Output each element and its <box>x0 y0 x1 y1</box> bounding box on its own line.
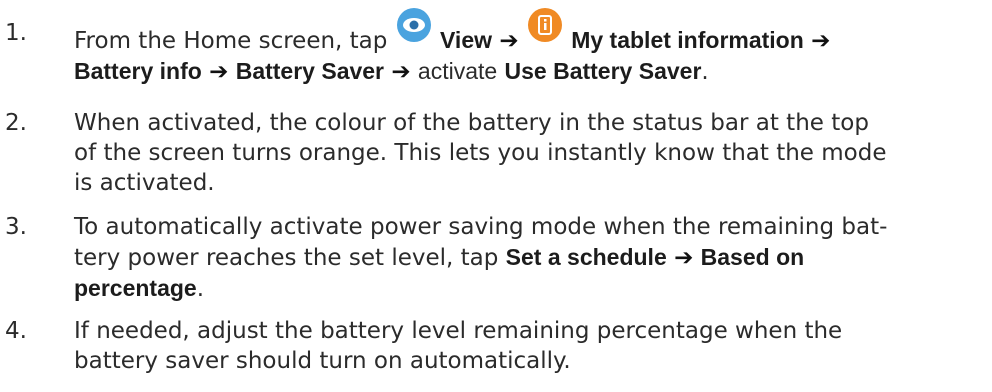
arrow-icon: ➔ <box>811 28 831 54</box>
text-line: tery power reaches the set level, tap <box>74 245 499 271</box>
arrow-icon: ➔ <box>391 59 411 85</box>
period: . <box>196 276 205 302</box>
arrow-icon: ➔ <box>499 28 519 54</box>
battery-info-label: Battery info <box>74 58 202 84</box>
text-line: To automatically activate power saving m… <box>74 214 888 240</box>
text-line: battery saver should turn on automatical… <box>74 348 571 374</box>
set-a-schedule-label: Set a schedule <box>505 244 667 270</box>
arrow-icon: ➔ <box>674 245 694 271</box>
info-icon <box>527 8 562 42</box>
text-line: When activated, the colour of the batter… <box>74 110 869 136</box>
text-line: If needed, adjust the battery level rema… <box>74 318 843 344</box>
step-number: 2. <box>5 110 27 136</box>
text-line: of the screen turns orange. This lets yo… <box>74 140 887 166</box>
eye-icon <box>396 8 431 42</box>
view-label: View <box>440 27 492 53</box>
step-text-part: From the Home screen, tap <box>74 28 388 54</box>
period: . <box>701 59 709 85</box>
based-on-label: Based on <box>700 244 805 270</box>
step-text: From the Home screen, tap View ➔ My tabl… <box>74 8 979 87</box>
step-text: When activated, the colour of the batter… <box>74 108 979 198</box>
step-number: 4. <box>5 318 27 344</box>
use-battery-saver-label: Use Battery Saver <box>504 58 702 84</box>
step-text: If needed, adjust the battery level rema… <box>74 316 979 376</box>
step-number: 3. <box>5 214 27 240</box>
step-text-part: activate <box>417 58 498 84</box>
arrow-icon: ➔ <box>209 59 229 85</box>
battery-saver-label: Battery Saver <box>235 58 385 84</box>
text-line: is activated. <box>74 170 215 196</box>
percentage-label: percentage <box>74 275 197 301</box>
step-number: 1. <box>5 20 27 46</box>
instructions-page: 1. From the Home screen, tap View ➔ My t… <box>0 0 992 392</box>
my-tablet-information-label: My tablet information <box>571 27 804 53</box>
step-text: To automatically activate power saving m… <box>74 212 979 304</box>
